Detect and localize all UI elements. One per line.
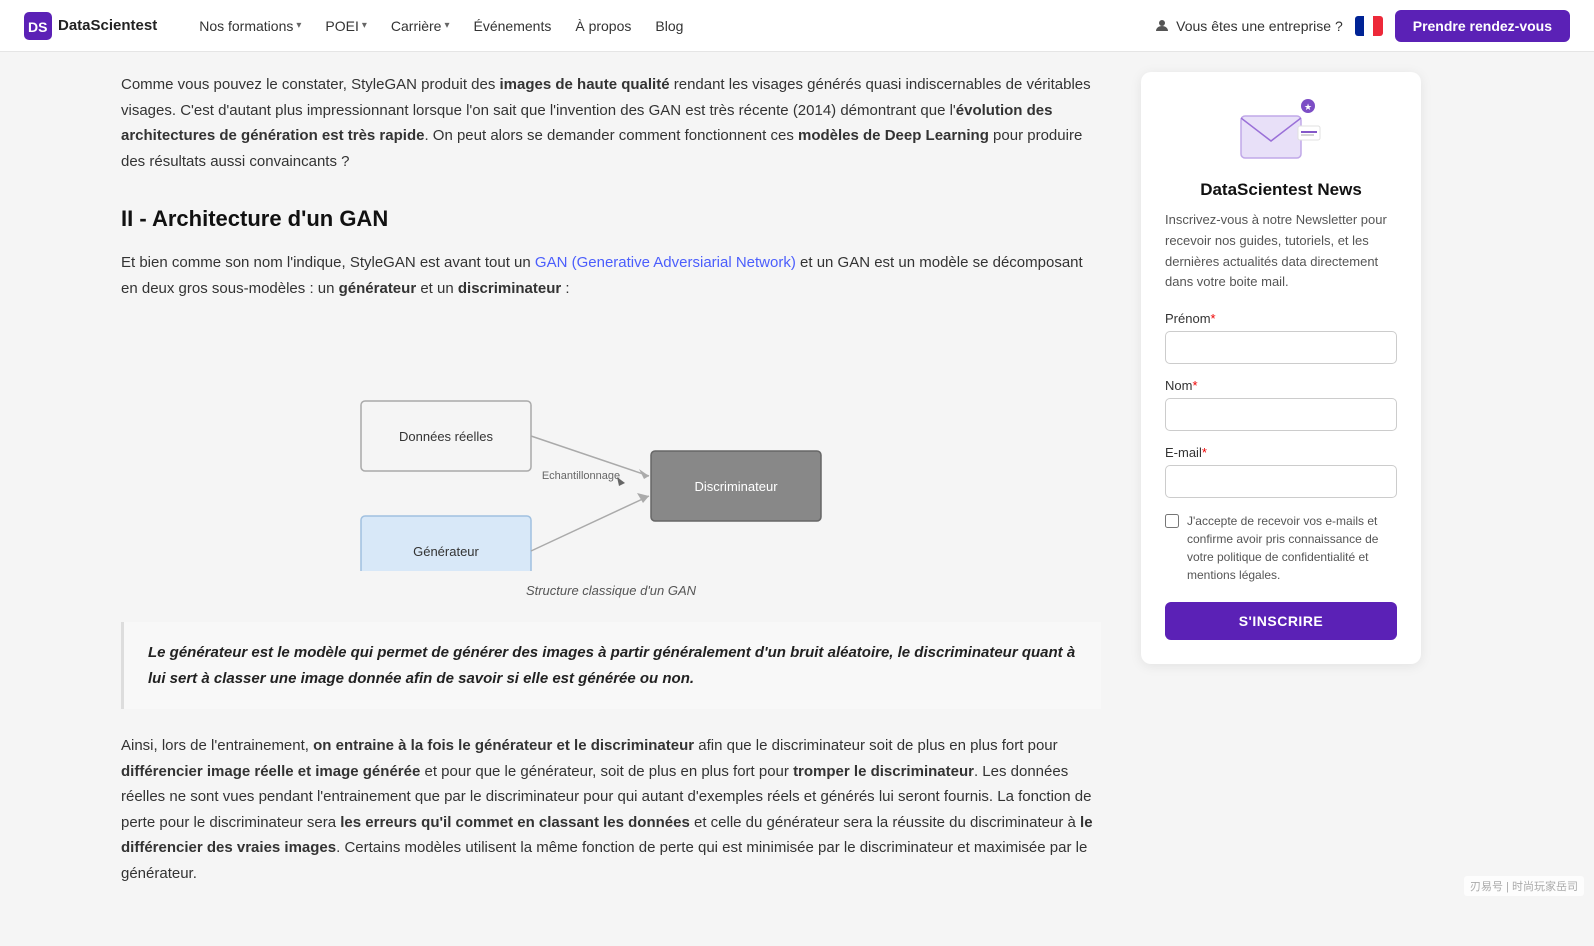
blockquote: Le générateur est le modèle qui permet d… bbox=[121, 622, 1101, 709]
consent-label: J'accepte de recevoir vos e-mails et con… bbox=[1187, 512, 1397, 584]
nav-link-blog[interactable]: Blog bbox=[645, 12, 693, 40]
svg-text:DS: DS bbox=[28, 19, 47, 35]
flag-white bbox=[1364, 16, 1373, 36]
newsletter-desc: Inscrivez-vous à notre Newsletter pour r… bbox=[1165, 210, 1397, 293]
chevron-down-icon: ▾ bbox=[296, 20, 301, 31]
main-content: Comme vous pouvez le constater, StyleGAN… bbox=[121, 72, 1141, 906]
email-required: * bbox=[1202, 445, 1207, 460]
nom-field: Nom* bbox=[1165, 378, 1397, 431]
prenom-label: Prénom* bbox=[1165, 311, 1397, 326]
consent-row: J'accepte de recevoir vos e-mails et con… bbox=[1165, 512, 1397, 584]
nav-link-apropos[interactable]: À propos bbox=[565, 12, 641, 40]
logo-icon: DS bbox=[24, 12, 52, 40]
consent-checkbox[interactable] bbox=[1165, 514, 1179, 528]
blockquote-text: Le générateur est le modèle qui permet d… bbox=[148, 644, 1075, 687]
nav-link-carriere[interactable]: Carrière ▾ bbox=[381, 12, 460, 40]
nom-required: * bbox=[1192, 378, 1197, 393]
language-flag[interactable] bbox=[1355, 16, 1383, 36]
nav-right: Vous êtes une entreprise ? Prendre rende… bbox=[1154, 10, 1570, 42]
svg-text:Données réelles: Données réelles bbox=[399, 429, 493, 444]
training-paragraph: Ainsi, lors de l'entrainement, on entrai… bbox=[121, 733, 1101, 886]
logo-link[interactable]: DS DataScientest bbox=[24, 12, 157, 40]
diagram-caption: Structure classique d'un GAN bbox=[526, 583, 696, 598]
prenom-required: * bbox=[1211, 311, 1216, 326]
svg-text:Echantillonnage: Echantillonnage bbox=[542, 470, 620, 482]
svg-text:Générateur: Générateur bbox=[413, 544, 479, 559]
sidebar: ★ DataScientest News Inscrivez-vous à no… bbox=[1141, 72, 1421, 906]
gan-intro-paragraph: Et bien comme son nom l'indique, StyleGA… bbox=[121, 250, 1101, 301]
prenom-field: Prénom* bbox=[1165, 311, 1397, 364]
nav-link-formations[interactable]: Nos formations ▾ bbox=[189, 12, 311, 40]
chevron-down-icon: ▾ bbox=[362, 20, 367, 31]
logo-text: DataScientest bbox=[58, 17, 157, 34]
nom-input[interactable] bbox=[1165, 398, 1397, 431]
subscribe-button[interactable]: S'INSCRIRE bbox=[1165, 602, 1397, 640]
newsletter-icon: ★ bbox=[1236, 96, 1326, 166]
enterprise-icon bbox=[1154, 18, 1170, 34]
gan-diagram: Données réelles Générateur Discriminateu… bbox=[341, 321, 881, 575]
nav-link-poei[interactable]: POEI ▾ bbox=[315, 12, 377, 40]
newsletter-form: Prénom* Nom* E-mail* bbox=[1165, 311, 1397, 640]
page-wrapper: Comme vous pouvez le constater, StyleGAN… bbox=[97, 0, 1497, 946]
nav-links: Nos formations ▾ POEI ▾ Carrière ▾ Événe… bbox=[189, 12, 1154, 40]
email-input[interactable] bbox=[1165, 465, 1397, 498]
nav-link-evenements[interactable]: Événements bbox=[464, 12, 562, 40]
diagram-container: Données réelles Générateur Discriminateu… bbox=[121, 321, 1101, 598]
prenom-input[interactable] bbox=[1165, 331, 1397, 364]
navbar: DS DataScientest Nos formations ▾ POEI ▾… bbox=[0, 0, 1594, 52]
gan-link[interactable]: GAN (Generative Adversiarial Network) bbox=[535, 254, 796, 271]
svg-text:★: ★ bbox=[1304, 102, 1312, 112]
newsletter-card: ★ DataScientest News Inscrivez-vous à no… bbox=[1141, 72, 1421, 664]
flag-blue bbox=[1355, 16, 1364, 36]
newsletter-icon-area: ★ bbox=[1165, 96, 1397, 166]
cta-button[interactable]: Prendre rendez-vous bbox=[1395, 10, 1570, 42]
flag-red bbox=[1373, 16, 1382, 36]
newsletter-title: DataScientest News bbox=[1165, 180, 1397, 200]
nom-label: Nom* bbox=[1165, 378, 1397, 393]
chevron-down-icon: ▾ bbox=[444, 20, 449, 31]
svg-text:Discriminateur: Discriminateur bbox=[694, 479, 778, 494]
diagram-svg: Données réelles Générateur Discriminateu… bbox=[341, 321, 881, 571]
email-label: E-mail* bbox=[1165, 445, 1397, 460]
enterprise-link[interactable]: Vous êtes une entreprise ? bbox=[1154, 18, 1343, 34]
email-field: E-mail* bbox=[1165, 445, 1397, 498]
section-title-gan: II - Architecture d'un GAN bbox=[121, 206, 1101, 232]
intro-paragraph: Comme vous pouvez le constater, StyleGAN… bbox=[121, 72, 1101, 174]
